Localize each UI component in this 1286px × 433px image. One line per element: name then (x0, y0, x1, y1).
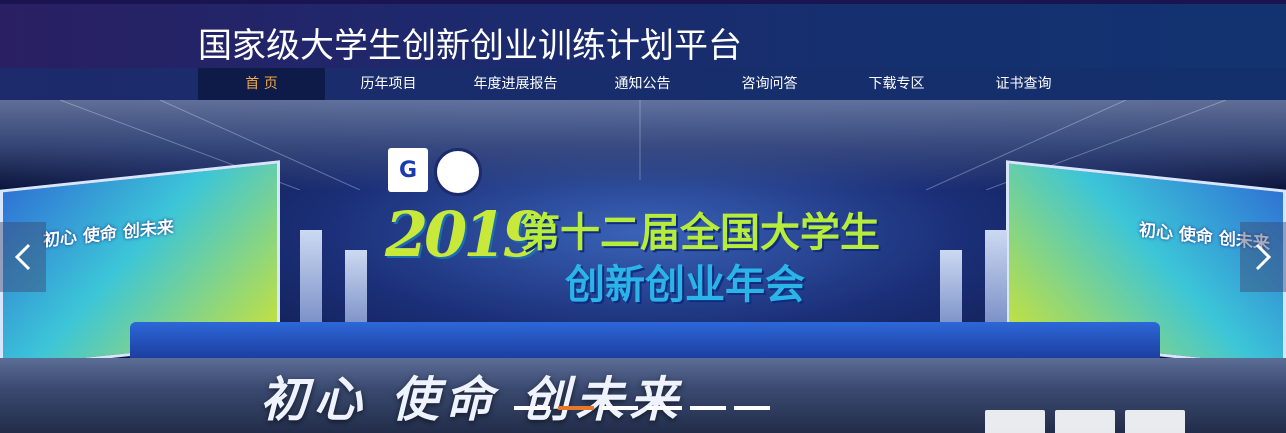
university-seal-icon (434, 148, 482, 196)
banner-year: 2019 (385, 198, 546, 271)
carousel-indicators (514, 406, 770, 410)
carousel-prev-button[interactable] (0, 222, 46, 292)
chevron-right-icon (1255, 243, 1272, 271)
site-title: 国家级大学生创新创业训练计划平台 (198, 26, 742, 66)
nav-item-home[interactable]: 首 页 (198, 68, 325, 100)
main-nav: 首 页 历年项目 年度进展报告 通知公告 咨询问答 下载专区 证书查询 (0, 68, 1286, 100)
nav-item-faq[interactable]: 咨询问答 (706, 68, 833, 100)
carousel-dot[interactable] (690, 406, 726, 410)
nav-item-past-projects[interactable]: 历年项目 (325, 68, 452, 100)
banner-slogan: 初心 使命 创未来 (260, 372, 684, 428)
nav-item-downloads[interactable]: 下载专区 (833, 68, 960, 100)
sponsor-logo-icon (985, 410, 1045, 433)
sponsor-logo-icon (1055, 410, 1115, 433)
nav-item-certificate-query[interactable]: 证书查询 (960, 68, 1087, 100)
chevron-left-icon (14, 243, 31, 271)
carousel-next-button[interactable] (1240, 222, 1286, 292)
left-screen-slogan: 初心 使命 创未来 (43, 217, 174, 252)
carousel-dot[interactable] (602, 406, 638, 410)
convention-logo-icon: G (388, 148, 428, 192)
hero-carousel: 初心 使命 创未来 初心 使命 创未来 G 2019 第十二届全国大学生 创新创… (0, 100, 1286, 433)
site-header: 国家级大学生创新创业训练计划平台 (0, 0, 1286, 68)
nav-item-annual-report[interactable]: 年度进展报告 (452, 68, 579, 100)
carousel-dot-active[interactable] (558, 406, 594, 410)
carousel-dot[interactable] (514, 406, 550, 410)
banner-headline-line1: 第十二届全国大学生 (520, 210, 880, 256)
banner-headline-line2: 创新创业年会 (565, 262, 805, 308)
nav-list: 首 页 历年项目 年度进展报告 通知公告 咨询问答 下载专区 证书查询 (198, 68, 1087, 100)
nav-item-announcements[interactable]: 通知公告 (579, 68, 706, 100)
carousel-dot[interactable] (734, 406, 770, 410)
carousel-dot[interactable] (646, 406, 682, 410)
sponsor-logo-icon (1125, 410, 1185, 433)
sponsor-logos (985, 410, 1185, 433)
